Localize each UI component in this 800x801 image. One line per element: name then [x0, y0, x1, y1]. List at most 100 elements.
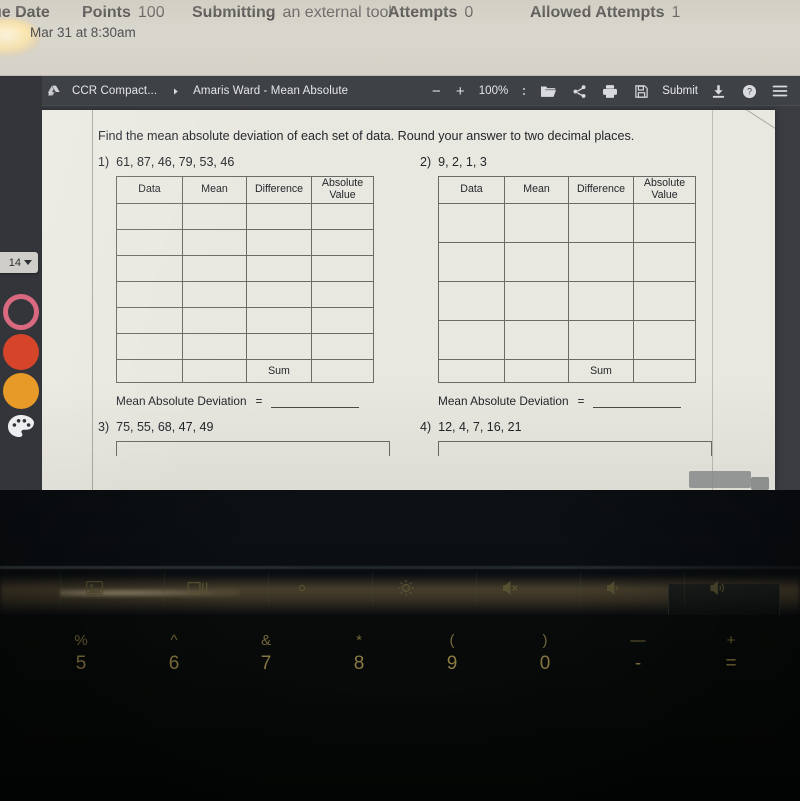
cell-difference[interactable]: [246, 254, 312, 282]
mad-answer-blank[interactable]: [593, 396, 682, 408]
hamburger-menu-icon[interactable]: [769, 80, 791, 102]
key-seam: [60, 572, 61, 606]
help-circle-icon[interactable]: ?: [738, 80, 760, 102]
save-disk-icon[interactable]: [630, 80, 652, 102]
download-icon[interactable]: [707, 80, 729, 102]
zoom-out-button[interactable]: −: [429, 84, 444, 99]
cell-difference[interactable]: [246, 332, 312, 360]
cell-data[interactable]: [116, 254, 183, 282]
key-6[interactable]: ^ 6: [141, 632, 207, 675]
cell-difference[interactable]: [246, 202, 312, 230]
cell-absolute-value[interactable]: [633, 241, 696, 282]
zoom-level-value[interactable]: 100%: [479, 85, 508, 97]
share-icon[interactable]: [568, 80, 590, 102]
volume-down-icon[interactable]: [588, 570, 640, 606]
color-palette-icon[interactable]: [6, 413, 36, 441]
cell-difference[interactable]: [568, 280, 634, 321]
color-swatch-red[interactable]: [3, 334, 39, 370]
cell-difference[interactable]: [246, 280, 312, 308]
table-row[interactable]: [116, 202, 374, 230]
mad-label: Mean Absolute Deviation: [116, 393, 247, 408]
cell-data[interactable]: [438, 202, 505, 243]
cell-absolute-value[interactable]: [311, 228, 374, 256]
page-right-margin-line: [712, 110, 713, 490]
key-equals[interactable]: + =: [698, 632, 764, 675]
cell-mean[interactable]: [182, 280, 247, 308]
key-minus[interactable]: — -: [605, 632, 671, 675]
table-row[interactable]: [116, 228, 374, 256]
sum-value-cell[interactable]: [311, 358, 374, 383]
cell-mean[interactable]: [504, 241, 569, 282]
table-row[interactable]: [438, 280, 696, 321]
chevron-right-icon[interactable]: [164, 80, 186, 102]
cell-data[interactable]: [116, 306, 183, 334]
cell-difference[interactable]: [568, 202, 634, 243]
color-swatch-pink-selected[interactable]: [3, 294, 39, 330]
key-8[interactable]: * 8: [326, 632, 392, 675]
stroke-size-dropdown[interactable]: 14: [0, 252, 38, 273]
window-layout-icon[interactable]: [172, 570, 224, 606]
submit-button[interactable]: Submit: [662, 85, 698, 97]
cell-data[interactable]: [116, 332, 183, 360]
screen-mirror-icon[interactable]: [68, 570, 120, 606]
cell-mean[interactable]: [504, 319, 569, 360]
table-row[interactable]: [116, 280, 374, 308]
cell-absolute-value[interactable]: [633, 280, 696, 321]
page-bottom-overlay-chip-secondary[interactable]: [751, 477, 769, 490]
google-drive-icon[interactable]: [43, 80, 65, 102]
color-swatch-orange[interactable]: [3, 373, 39, 409]
cell-absolute-value[interactable]: [311, 254, 374, 282]
zoom-in-button[interactable]: +: [453, 84, 468, 99]
cell-absolute-value[interactable]: [633, 319, 696, 360]
cell-data[interactable]: [116, 202, 183, 230]
cell-absolute-value[interactable]: [311, 202, 374, 230]
cell-absolute-value[interactable]: [311, 280, 374, 308]
breadcrumb-folder[interactable]: CCR Compact...: [72, 85, 157, 97]
print-icon[interactable]: [599, 80, 621, 102]
cell-difference[interactable]: [568, 319, 634, 360]
table-row[interactable]: [116, 306, 374, 334]
cell-data[interactable]: [116, 280, 183, 308]
cell-difference[interactable]: [246, 306, 312, 334]
sum-value-cell[interactable]: [633, 358, 696, 383]
mute-icon[interactable]: [484, 570, 536, 606]
key-9[interactable]: ( 9: [419, 632, 485, 675]
cell-mean[interactable]: [182, 332, 247, 360]
key-7[interactable]: & 7: [233, 632, 299, 675]
mad-answer-blank[interactable]: [271, 396, 360, 408]
brightness-up-icon[interactable]: [380, 570, 432, 606]
open-folder-icon[interactable]: [537, 80, 559, 102]
cell-mean[interactable]: [182, 306, 247, 334]
table-row[interactable]: [116, 332, 374, 360]
attempts-label: Attempts: [388, 4, 458, 21]
page-corner-fold: [735, 110, 775, 150]
cell-data[interactable]: [116, 228, 183, 256]
key-0[interactable]: ) 0: [512, 632, 578, 675]
brightness-down-icon[interactable]: [276, 570, 328, 606]
cell-difference[interactable]: [568, 241, 634, 282]
more-vertical-icon[interactable]: [519, 84, 528, 98]
cell-mean[interactable]: [504, 280, 569, 321]
table-row[interactable]: [438, 319, 696, 360]
cell-absolute-value[interactable]: [311, 306, 374, 334]
cell-data[interactable]: [438, 241, 505, 282]
cell-mean[interactable]: [182, 228, 247, 256]
cell-mean[interactable]: [182, 254, 247, 282]
cell-mean[interactable]: [504, 202, 569, 243]
cell-absolute-value[interactable]: [311, 332, 374, 360]
annotation-tool-rail: 14: [0, 76, 42, 490]
volume-up-icon[interactable]: [692, 570, 744, 606]
table-row[interactable]: [438, 241, 696, 282]
document-scroll-area[interactable]: Find the mean absolute deviation of each…: [0, 106, 800, 490]
cell-data[interactable]: [438, 280, 505, 321]
cell-absolute-value[interactable]: [633, 202, 696, 243]
cell-mean[interactable]: [182, 202, 247, 230]
table-row[interactable]: [116, 254, 374, 282]
svg-text:?: ?: [747, 86, 752, 96]
document-title[interactable]: Amaris Ward - Mean Absolute: [193, 85, 348, 97]
page-bottom-overlay-chip[interactable]: [689, 471, 751, 488]
table-row[interactable]: [438, 202, 696, 243]
cell-data[interactable]: [438, 319, 505, 360]
key-5[interactable]: % 5: [48, 632, 114, 675]
cell-difference[interactable]: [246, 228, 312, 256]
